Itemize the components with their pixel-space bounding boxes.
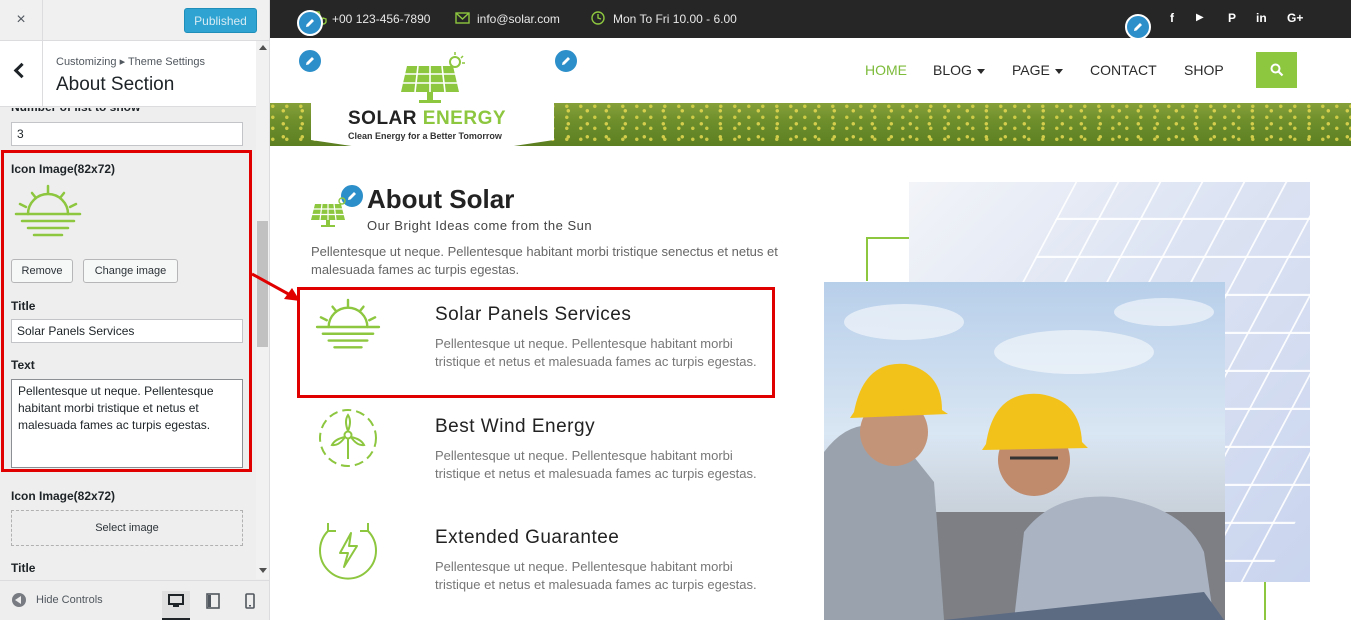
site-topbar: +00 123-456-7890 info@solar.com Mon To F… bbox=[270, 0, 1351, 38]
pencil-icon bbox=[306, 19, 314, 27]
wind-turbine-icon bbox=[317, 407, 379, 469]
chevron-down-icon bbox=[976, 68, 985, 74]
facebook-icon[interactable]: f bbox=[1170, 11, 1174, 25]
workers-photo bbox=[824, 282, 1225, 620]
nav-home[interactable]: HOME bbox=[865, 62, 907, 78]
decorative-line bbox=[866, 237, 910, 239]
section-title: About Section bbox=[56, 74, 175, 95]
email-icon bbox=[455, 12, 470, 24]
edit-shortcut-social[interactable] bbox=[1125, 14, 1151, 40]
number-of-list-input[interactable]: 3 bbox=[11, 122, 243, 146]
logo-name-accent: ENERGY bbox=[422, 108, 507, 129]
customizer-header-bar: × Published bbox=[0, 0, 269, 41]
tablet-preview-button[interactable] bbox=[199, 591, 227, 620]
nav-blog[interactable]: BLOG bbox=[933, 62, 985, 78]
pencil-icon bbox=[562, 57, 570, 65]
scroll-up-arrow[interactable] bbox=[259, 45, 267, 50]
pencil-icon bbox=[1134, 23, 1142, 31]
highlight-box-settings bbox=[1, 150, 252, 472]
customizer-sidebar: × Published Customizing ▸ Theme Settings… bbox=[0, 0, 270, 620]
desktop-icon bbox=[168, 594, 184, 607]
annotation-arrow bbox=[251, 272, 300, 301]
workers-illustration bbox=[824, 298, 1225, 620]
solar-panel-icon bbox=[311, 197, 346, 227]
topbar-hours: Mon To Fri 10.00 - 6.00 bbox=[613, 12, 737, 26]
nav-page-label: PAGE bbox=[1012, 62, 1050, 78]
search-button[interactable] bbox=[1256, 52, 1297, 88]
nav-page[interactable]: PAGE bbox=[1012, 62, 1063, 78]
nav-contact[interactable]: CONTACT bbox=[1090, 62, 1157, 78]
title-label-2: Title bbox=[11, 561, 36, 575]
feature-text-3: Pellentesque ut neque. Pellentesque habi… bbox=[435, 559, 757, 592]
clock-icon bbox=[591, 11, 605, 25]
logo-name: SOLAR ENERGY bbox=[348, 108, 506, 130]
section-header: Customizing ▸ Theme Settings About Secti… bbox=[0, 41, 256, 107]
energy-recycle-icon bbox=[316, 517, 380, 581]
search-icon bbox=[1270, 63, 1284, 77]
breadcrumb: Customizing ▸ Theme Settings bbox=[56, 56, 205, 68]
customizer-footer: Hide Controls bbox=[0, 580, 269, 620]
about-subtitle: Our Bright Ideas come from the Sun bbox=[367, 218, 593, 233]
mobile-icon bbox=[245, 593, 255, 609]
edit-shortcut-phone[interactable] bbox=[297, 10, 323, 36]
feature-text-2: Pellentesque ut neque. Pellentesque habi… bbox=[435, 448, 757, 481]
pencil-icon bbox=[348, 192, 356, 200]
logo-tagline: Clean Energy for a Better Tomorrow bbox=[348, 131, 502, 141]
tablet-icon bbox=[206, 593, 220, 609]
nav-shop[interactable]: SHOP bbox=[1184, 62, 1224, 78]
google-plus-icon[interactable]: G+ bbox=[1287, 11, 1303, 25]
chevron-left-icon bbox=[13, 62, 30, 79]
topbar-email[interactable]: info@solar.com bbox=[477, 12, 560, 26]
hide-controls-button[interactable]: Hide Controls bbox=[36, 594, 103, 606]
publish-button[interactable]: Published bbox=[184, 8, 257, 33]
site-logo[interactable]: SOLAR ENERGY Clean Energy for a Better T… bbox=[311, 38, 554, 158]
close-customizer-button[interactable]: × bbox=[0, 0, 43, 40]
scroll-down-arrow[interactable] bbox=[259, 568, 267, 573]
linkedin-icon[interactable]: in bbox=[1256, 11, 1267, 25]
desktop-preview-button[interactable] bbox=[162, 591, 190, 620]
feature-title-2: Best Wind Energy bbox=[435, 416, 596, 437]
chevron-down-icon bbox=[1054, 68, 1063, 74]
pinterest-icon[interactable]: P bbox=[1228, 11, 1236, 25]
back-button[interactable] bbox=[0, 41, 43, 107]
feature-title-3: Extended Guarantee bbox=[435, 527, 620, 548]
mobile-preview-button[interactable] bbox=[236, 591, 264, 620]
nav-blog-label: BLOG bbox=[933, 62, 972, 78]
topbar-phone[interactable]: +00 123-456-7890 bbox=[332, 12, 430, 26]
pencil-icon bbox=[306, 57, 314, 65]
youtube-icon[interactable]: ▶ bbox=[1196, 12, 1204, 23]
highlight-box-preview bbox=[297, 287, 775, 398]
edit-shortcut-menu[interactable] bbox=[553, 48, 579, 74]
icon-image-label-2: Icon Image(82x72) bbox=[11, 489, 116, 503]
solar-panel-logo-icon bbox=[401, 52, 465, 103]
edit-shortcut-logo[interactable] bbox=[297, 48, 323, 74]
about-description: Pellentesque ut neque. Pellentesque habi… bbox=[311, 244, 778, 277]
decorative-line bbox=[866, 237, 868, 281]
about-title: About Solar bbox=[367, 184, 515, 214]
close-icon: × bbox=[16, 11, 26, 28]
logo-name-main: SOLAR bbox=[348, 108, 417, 129]
select-image-button[interactable]: Select image bbox=[11, 510, 243, 546]
decorative-line bbox=[1264, 582, 1266, 620]
sidebar-scrollbar[interactable] bbox=[256, 41, 269, 579]
hide-controls-icon[interactable] bbox=[12, 593, 26, 607]
